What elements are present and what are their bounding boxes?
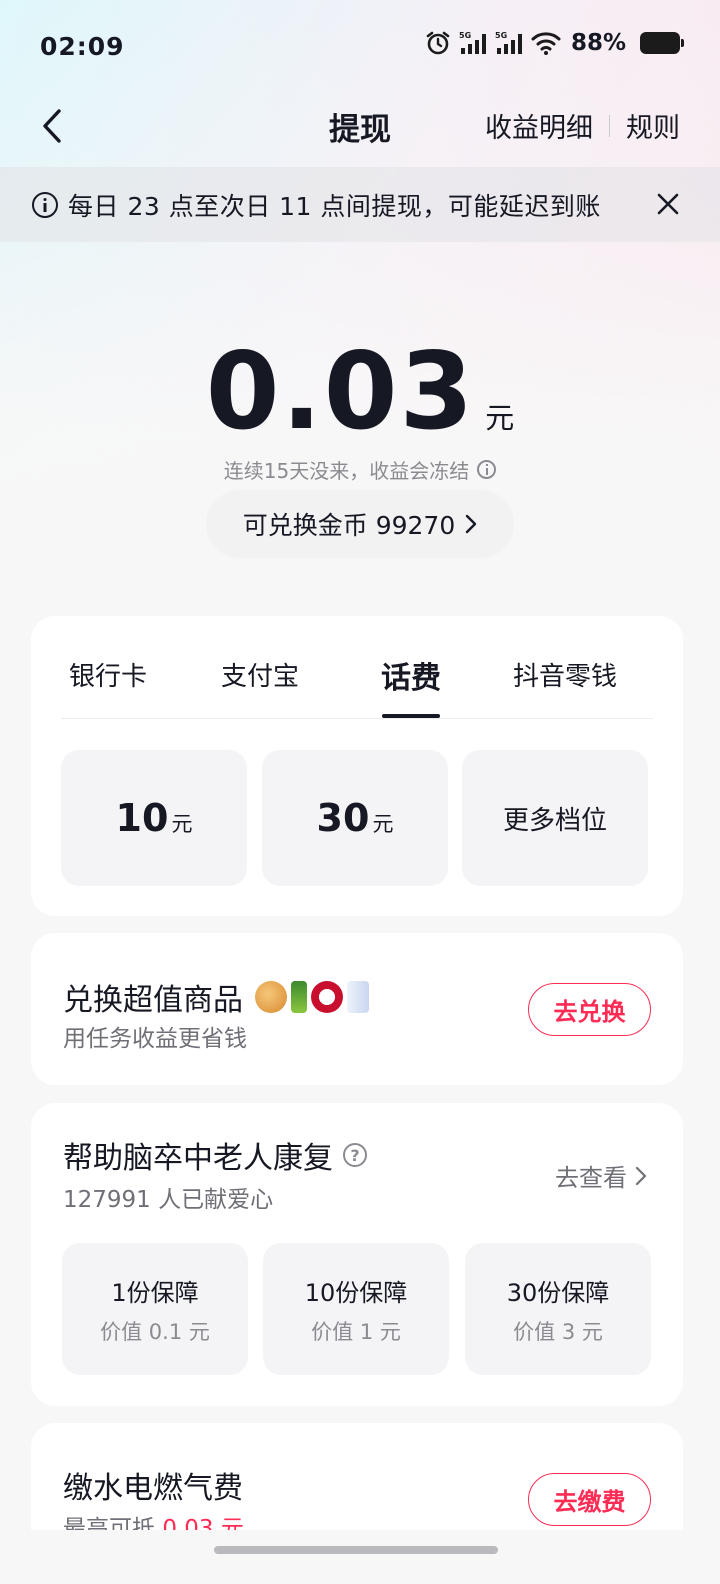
chevron-right-icon [635, 1166, 647, 1185]
exchange-title-row: 兑换超值商品 [63, 975, 369, 1019]
status-icons: 5G 5G 88% [425, 30, 684, 56]
header-actions: 收益明细 规则 [485, 106, 680, 145]
charity-card: 帮助脑卒中老人康复 ? 127991 人已献爱心 去查看 1份保障 价值 0.1… [31, 1103, 683, 1406]
balance-section: 0.03 元 连续15天没来，收益会冻结 [0, 330, 720, 484]
active-tab-underline [382, 714, 440, 718]
pay-utility-button[interactable]: 去缴费 [528, 1473, 651, 1526]
plan-option-1[interactable]: 1份保障 价值 0.1 元 [62, 1243, 248, 1375]
more-amounts-button[interactable]: 更多档位 [462, 750, 648, 886]
plan-option-10[interactable]: 10份保障 价值 1 元 [263, 1243, 449, 1375]
plan-name: 30份保障 [506, 1279, 610, 1307]
exchange-title: 兑换超值商品 [63, 983, 243, 1018]
cellular-signal-icon: 5G [459, 30, 487, 56]
exchange-button[interactable]: 去兑换 [528, 983, 651, 1036]
earnings-details-link[interactable]: 收益明细 [485, 106, 593, 145]
header: 提现 收益明细 规则 [0, 96, 720, 166]
exchange-coins-button[interactable]: 可兑换金币 99270 [206, 490, 514, 558]
amount-value: 30 [316, 796, 370, 840]
header-divider [609, 114, 610, 137]
balance-amount: 0.03 [205, 330, 476, 453]
amount-value: 10 [115, 796, 169, 840]
toothbrush-product-icon [347, 981, 369, 1013]
product-thumbnails [255, 981, 369, 1013]
amount-option-10[interactable]: 10 元 [61, 750, 247, 886]
alarm-icon [425, 30, 451, 56]
tab-douyin-wallet[interactable]: 抖音零钱 [513, 656, 617, 693]
battery-icon [640, 32, 684, 54]
status-time: 02:09 [40, 32, 125, 61]
plan-name: 1份保障 [111, 1279, 199, 1307]
info-icon[interactable] [477, 460, 497, 479]
plan-value: 价值 3 元 [513, 1320, 603, 1344]
close-icon[interactable] [656, 192, 680, 216]
notice-bar: 每日 23 点至次日 11 点间提现，可能延迟到账 [0, 167, 720, 242]
charity-title-row: 帮助脑卒中老人康复 ? [63, 1133, 367, 1177]
notice-text: 每日 23 点至次日 11 点间提现，可能延迟到账 [68, 191, 601, 221]
freeze-hint-text: 连续15天没来，收益会冻结 [223, 459, 470, 483]
svg-text:5G: 5G [459, 31, 471, 40]
chevron-right-icon [466, 514, 477, 534]
rules-link[interactable]: 规则 [626, 106, 680, 145]
amount-unit: 元 [372, 812, 394, 836]
view-charity-link[interactable]: 去查看 [555, 1158, 647, 1193]
home-indicator[interactable] [214, 1546, 498, 1554]
battery-percent: 88% [570, 30, 626, 56]
cellular-signal-2-icon: 5G [495, 30, 523, 56]
exchange-subtitle: 用任务收益更省钱 [63, 1026, 247, 1052]
charity-subtitle: 127991 人已献爱心 [63, 1187, 274, 1213]
plan-name: 10份保障 [304, 1279, 408, 1307]
tab-phone-credit[interactable]: 话费 [381, 653, 441, 697]
drink-product-icon [291, 981, 307, 1013]
coins-label: 可兑换金币 99270 [242, 511, 456, 540]
amount-option-30[interactable]: 30 元 [262, 750, 448, 886]
status-bar: 02:09 5G 5G 88% [0, 0, 720, 96]
exchange-card: 兑换超值商品 用任务收益更省钱 去兑换 [31, 933, 683, 1085]
info-icon [32, 191, 58, 218]
more-amounts-label: 更多档位 [502, 805, 607, 836]
utility-title: 缴水电燃气费 [63, 1471, 243, 1506]
tab-bank-card[interactable]: 银行卡 [69, 656, 147, 693]
charity-title: 帮助脑卒中老人康复 [63, 1141, 333, 1176]
question-icon[interactable]: ? [343, 1143, 367, 1167]
wifi-icon [531, 31, 561, 55]
freeze-hint: 连续15天没来，收益会冻结 [0, 455, 720, 484]
withdraw-tabs: 银行卡 支付宝 话费 抖音零钱 [61, 616, 653, 719]
plan-value: 价值 1 元 [311, 1320, 401, 1344]
view-charity-label: 去查看 [555, 1164, 627, 1192]
plan-value: 价值 0.1 元 [100, 1320, 210, 1344]
kfc-logo-icon [311, 981, 343, 1013]
amount-unit: 元 [171, 812, 193, 836]
plan-option-30[interactable]: 30份保障 价值 3 元 [465, 1243, 651, 1375]
balance-unit: 元 [485, 401, 515, 435]
svg-text:5G: 5G [495, 31, 507, 40]
bottom-fade [0, 1530, 720, 1584]
tab-alipay[interactable]: 支付宝 [221, 656, 299, 693]
snack-product-icon [255, 981, 287, 1013]
withdraw-card: 银行卡 支付宝 话费 抖音零钱 10 元 30 元 更多档位 [31, 616, 683, 916]
